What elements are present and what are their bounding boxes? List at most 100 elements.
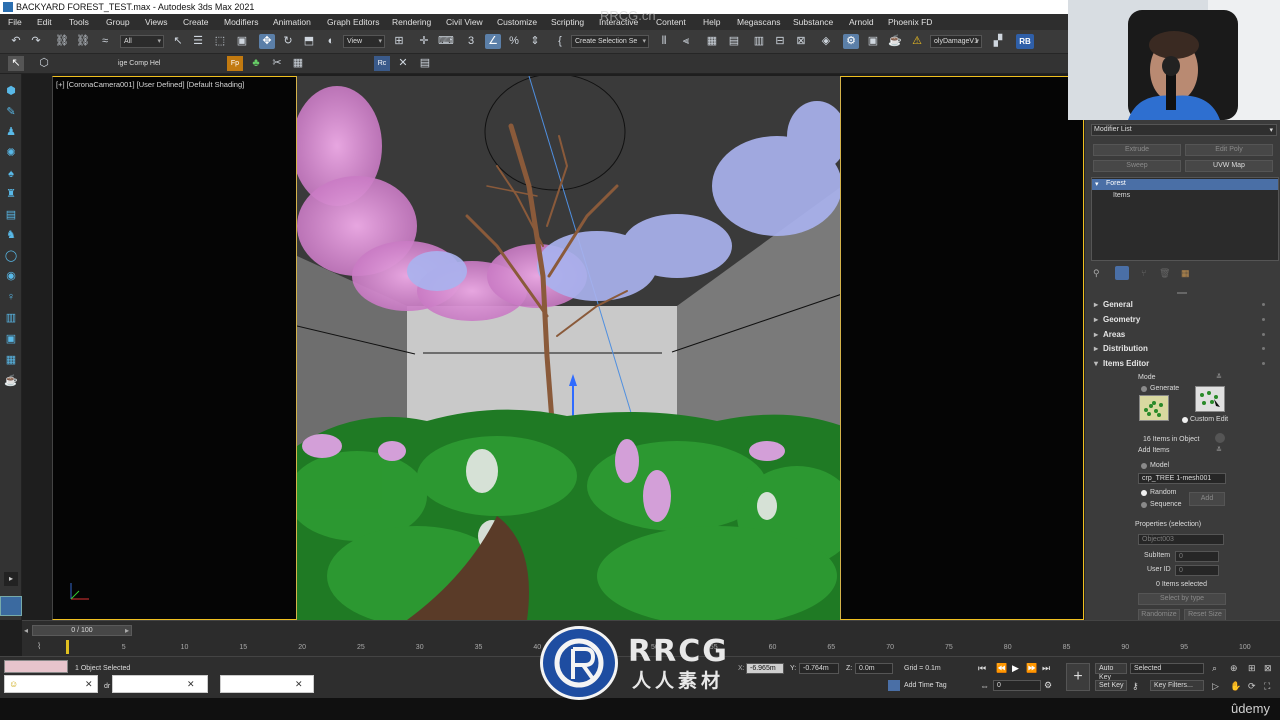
menu-item-modifiers[interactable]: Modifiers <box>224 17 258 27</box>
next-key-icon[interactable]: ⏩ <box>1026 663 1037 674</box>
curve-editor-icon[interactable]: ⊟ <box>772 34 788 49</box>
key-mode-dropdown[interactable]: Selected <box>1130 663 1204 674</box>
angle-snap-icon[interactable]: ∠ <box>485 34 501 49</box>
ref-coord-dropdown[interactable]: View <box>343 35 385 48</box>
rect-selection-icon[interactable]: ⬚ <box>212 34 228 49</box>
edit-named-sets-icon[interactable]: { <box>552 34 568 49</box>
menu-item-customize[interactable]: Customize <box>497 17 537 27</box>
unlink-icon[interactable]: ⛓ <box>75 34 91 49</box>
percent-snap-icon[interactable]: % <box>506 34 522 49</box>
menu-item-create[interactable]: Create <box>183 17 209 27</box>
object-paint-icon[interactable]: ♞ <box>4 228 18 242</box>
sweep-button[interactable]: Sweep <box>1093 160 1181 172</box>
make-unique-icon[interactable]: ⑂ <box>1141 268 1146 278</box>
orbit-icon[interactable]: ◯ <box>4 249 18 263</box>
rb-plugin-button[interactable]: RB <box>1016 34 1034 49</box>
zoom-extents-icon[interactable]: ⊞ <box>1248 663 1256 674</box>
sphere-icon[interactable]: ◉ <box>4 269 18 283</box>
stack-item-forest[interactable]: ▾ Forest <box>1092 179 1278 190</box>
add-time-tag-label[interactable]: Add Time Tag <box>904 682 947 689</box>
orbit-view-icon[interactable]: ⟳ <box>1248 681 1256 692</box>
scatter-icon[interactable]: ▤ <box>4 208 18 222</box>
model-radio[interactable] <box>1141 463 1147 469</box>
key-mode-icon[interactable]: ⇔ <box>980 681 989 691</box>
grid-panel-icon[interactable]: ▦ <box>290 56 306 71</box>
place-icon[interactable]: ◐ <box>323 34 339 49</box>
time-cursor[interactable] <box>66 640 69 654</box>
rollout-general[interactable]: General <box>1093 298 1273 311</box>
hierarchy-icon[interactable]: ♟ <box>4 125 18 139</box>
show-end-result-icon[interactable] <box>1115 266 1129 280</box>
menu-item-arnold[interactable]: Arnold <box>849 17 874 27</box>
rotate-icon[interactable]: ↻ <box>280 34 296 49</box>
bind-spacewarp-icon[interactable]: ≈ <box>97 34 113 49</box>
menu-item-civil-view[interactable]: Civil View <box>446 17 483 27</box>
expand-arrow-icon[interactable]: ▸ <box>4 572 18 586</box>
generate-radio[interactable] <box>1141 386 1147 392</box>
auto-key-button[interactable]: Auto Key <box>1095 663 1127 681</box>
move-icon[interactable]: ✥ <box>259 34 275 49</box>
mirror-icon[interactable]: ⫴ <box>656 34 672 49</box>
select-by-name-icon[interactable]: ☰ <box>190 34 206 49</box>
panel-icon[interactable]: ▥ <box>4 311 18 325</box>
next-frame-arrow-icon[interactable]: ▸ <box>125 626 129 635</box>
time-tag-icon[interactable] <box>888 680 900 691</box>
keyboard-shortcut-icon[interactable]: ⌨ <box>438 34 454 49</box>
minimized-window-2[interactable]: ✕ <box>112 675 208 693</box>
collapse-double-icon[interactable]: ≚ <box>1216 373 1222 381</box>
scene-render[interactable] <box>296 76 841 620</box>
select-by-type-button[interactable]: Select by type <box>1138 593 1226 605</box>
menu-item-megascans[interactable]: Megascans <box>737 17 780 27</box>
generate-mode-icon[interactable] <box>1139 395 1169 421</box>
menu-item-views[interactable]: Views <box>145 17 168 27</box>
select-manipulate-icon[interactable]: ✛ <box>416 34 432 49</box>
maximize-viewport-icon[interactable]: ⛶ <box>1264 681 1270 692</box>
menu-item-phoenix-fd[interactable]: Phoenix FD <box>888 17 932 27</box>
warning-icon[interactable]: ⚠ <box>909 34 925 49</box>
extrude-button[interactable]: Extrude <box>1093 144 1181 156</box>
subitem-spinner[interactable]: 0 <box>1175 551 1219 562</box>
align-icon[interactable]: ⫷ <box>678 34 694 49</box>
forest-pack-icon[interactable]: Fp <box>227 56 243 71</box>
userid-spinner[interactable]: 0 <box>1175 565 1219 576</box>
menu-item-help[interactable]: Help <box>703 17 720 27</box>
set-key-button[interactable]: Set Key <box>1095 680 1127 691</box>
grid-icon[interactable]: ▦ <box>4 353 18 367</box>
menu-item-tools[interactable]: Tools <box>69 17 89 27</box>
camera-icon[interactable]: ▣ <box>4 332 18 346</box>
viewport-label[interactable]: [+] [CoronaCamera001] [User Defined] [De… <box>56 80 244 89</box>
rollout-areas[interactable]: Areas <box>1093 328 1273 341</box>
selection-filter-dropdown[interactable]: All <box>120 35 164 48</box>
menu-item-animation[interactable]: Animation <box>273 17 311 27</box>
stack-item-items[interactable]: Items <box>1092 191 1278 202</box>
collapse-double-icon[interactable]: ≚ <box>1216 446 1222 454</box>
pin-stack-icon[interactable]: ⚲ <box>1093 268 1100 279</box>
x-coordinate-field[interactable]: -6.965m <box>746 663 784 674</box>
go-to-end-icon[interactable]: ⏭ <box>1042 663 1050 674</box>
remove-modifier-icon[interactable]: 🗑 <box>1159 268 1170 279</box>
utilities-icon[interactable]: ♜ <box>4 187 18 201</box>
configure-sets-icon[interactable]: ▦ <box>1181 268 1190 279</box>
custom-edit-radio[interactable] <box>1182 417 1188 423</box>
curve-editor-toggle-icon[interactable]: ⌇ <box>37 641 41 652</box>
motion-icon[interactable]: ✺ <box>4 146 18 160</box>
y-coordinate-field[interactable]: -0.764m <box>799 663 839 674</box>
random-radio[interactable] <box>1141 490 1147 496</box>
layer-explorer-icon[interactable]: ▤ <box>726 34 742 49</box>
minimized-window-1[interactable]: ☺ ✕ <box>4 675 98 693</box>
table-icon[interactable]: ▤ <box>417 56 433 71</box>
scale-icon[interactable]: ⬒ <box>301 34 317 49</box>
display-icon[interactable]: ♠ <box>4 167 18 181</box>
light-bulb-icon[interactable]: ♀ <box>4 290 18 304</box>
model-dropdown[interactable]: crp_TREE 1-mesh001 <box>1138 473 1226 484</box>
rollout-geometry[interactable]: Geometry <box>1093 313 1273 326</box>
select-object-icon[interactable]: ↖ <box>170 34 186 49</box>
maxscript-listener[interactable] <box>4 660 68 673</box>
select-tool-icon[interactable]: ↖ <box>8 56 24 71</box>
teapot-icon[interactable]: ☕ <box>4 374 18 388</box>
go-to-start-icon[interactable]: ⏮ <box>978 663 986 674</box>
wrench-icon[interactable]: ✕ <box>395 56 411 71</box>
render-setup-icon[interactable]: ⚙ <box>843 34 859 49</box>
undo-icon[interactable]: ↶ <box>8 34 24 49</box>
z-coordinate-field[interactable]: 0.0m <box>855 663 893 674</box>
